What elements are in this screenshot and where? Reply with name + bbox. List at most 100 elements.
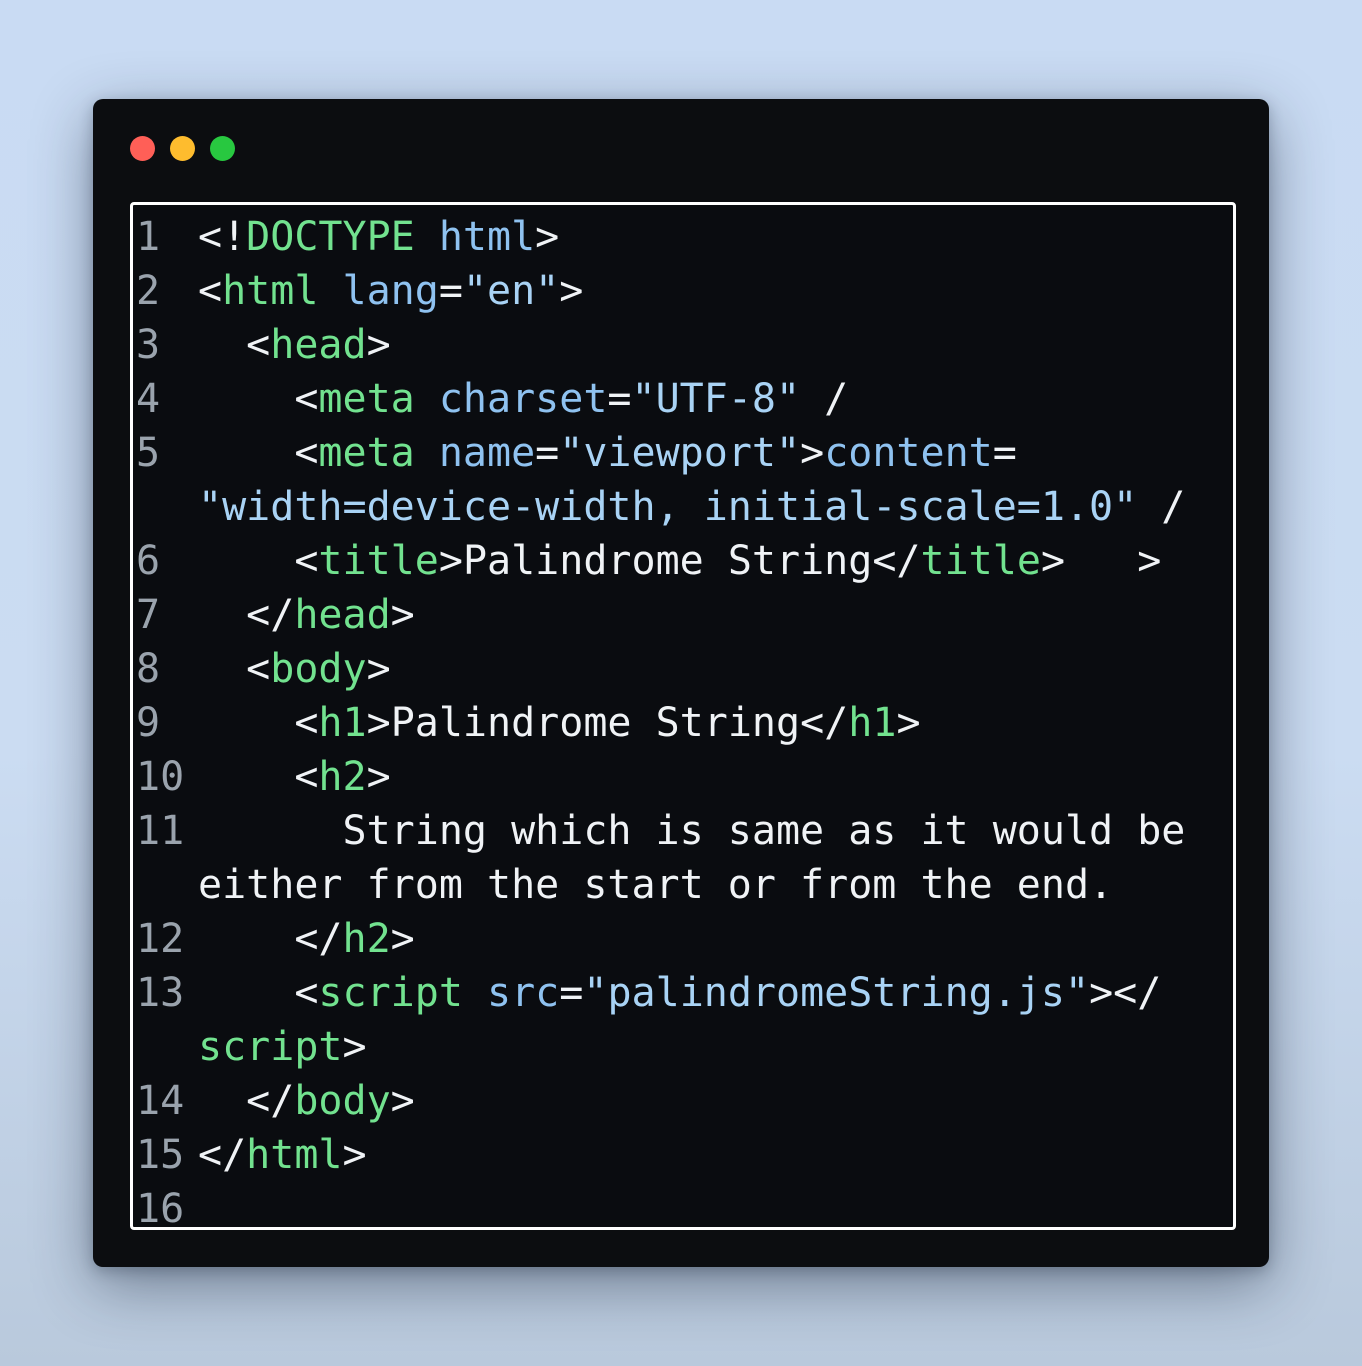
code-line: <meta charset="UTF-8" / bbox=[198, 372, 848, 426]
punctuation-token: = bbox=[607, 376, 632, 422]
punctuation-token: ></ bbox=[1089, 970, 1162, 1016]
punctuation-token: < bbox=[294, 430, 319, 476]
tag-token: DOCTYPE bbox=[246, 214, 415, 260]
line-number: 12 bbox=[136, 916, 185, 962]
punctuation-token: </ bbox=[198, 1132, 247, 1178]
tag-token: html bbox=[246, 1132, 343, 1178]
string-token: "palindromeString.js" bbox=[583, 970, 1090, 1016]
code-line: <h1>Palindrome String</h1> bbox=[198, 696, 921, 750]
line-number: 6 bbox=[136, 538, 161, 584]
punctuation-token: > bbox=[366, 322, 391, 368]
code-line: <meta name="viewport">content= bbox=[198, 426, 1017, 480]
tag-token: h2 bbox=[342, 916, 391, 962]
string-token: "width=device-width, initial-scale=1.0" bbox=[198, 484, 1138, 530]
punctuation-token: > bbox=[366, 646, 391, 692]
punctuation-token: > bbox=[390, 1078, 415, 1124]
punctuation-token: > bbox=[342, 1132, 367, 1178]
text-token: / bbox=[800, 376, 849, 422]
punctuation-token: <! bbox=[198, 214, 247, 260]
minimize-window-icon[interactable] bbox=[170, 136, 195, 161]
line-number: 14 bbox=[136, 1078, 185, 1124]
string-token: "en" bbox=[462, 268, 560, 314]
line-number: 5 bbox=[136, 430, 161, 476]
line-number: 3 bbox=[136, 322, 161, 368]
line-number: 7 bbox=[136, 592, 161, 638]
punctuation-token: > bbox=[1040, 538, 1066, 584]
line-number: 15 bbox=[136, 1132, 185, 1178]
code-line: </head> bbox=[198, 588, 415, 642]
code-line: <script src="palindromeString.js"></ bbox=[198, 966, 1161, 1020]
punctuation-token: < bbox=[294, 538, 319, 584]
line-number: 8 bbox=[136, 646, 161, 692]
text-token: String which is same as it would be bbox=[198, 808, 1186, 854]
tag-token: script bbox=[198, 1024, 343, 1070]
punctuation-token: > bbox=[366, 700, 391, 746]
code-line-wrap: script> bbox=[198, 1020, 367, 1074]
line-number: 9 bbox=[136, 700, 161, 746]
code-line-wrap: either from the start or from the end. bbox=[198, 858, 1113, 912]
punctuation-token: > bbox=[896, 700, 921, 746]
code-line: <h2> bbox=[198, 750, 390, 804]
tag-token: script bbox=[318, 970, 463, 1016]
punctuation-token: > bbox=[438, 538, 463, 584]
line-number: 13 bbox=[136, 970, 185, 1016]
attribute-token: src bbox=[487, 970, 560, 1016]
attribute-token: lang bbox=[342, 268, 439, 314]
punctuation-token: < bbox=[246, 322, 271, 368]
line-number: 10 bbox=[136, 754, 185, 800]
punctuation-token: </ bbox=[294, 916, 343, 962]
code-line: String which is same as it would be bbox=[198, 804, 1185, 858]
punctuation-token: = bbox=[559, 970, 584, 1016]
punctuation-token: > bbox=[535, 214, 560, 260]
punctuation-token: = bbox=[535, 430, 560, 476]
code-line: </body> bbox=[198, 1074, 415, 1128]
tag-token: meta bbox=[318, 376, 415, 422]
punctuation-token: > bbox=[800, 430, 825, 476]
line-number: 1 bbox=[136, 214, 161, 260]
code-line: </h2> bbox=[198, 912, 415, 966]
text-token: > bbox=[1065, 538, 1162, 584]
code-window: 1 <!DOCTYPE html> 2 <html lang="en"> 3 <he… bbox=[93, 99, 1269, 1267]
tag-token: html bbox=[222, 268, 319, 314]
line-number: 11 bbox=[136, 808, 185, 854]
close-window-icon[interactable] bbox=[130, 136, 155, 161]
punctuation-token: </ bbox=[246, 592, 295, 638]
code-line: <head> bbox=[198, 318, 391, 372]
tag-token: head bbox=[294, 592, 391, 638]
tag-token: title bbox=[920, 538, 1041, 584]
attribute-token: html bbox=[438, 214, 536, 260]
maximize-window-icon[interactable] bbox=[210, 136, 235, 161]
code-line: </html> bbox=[198, 1128, 367, 1182]
attribute-token: name bbox=[438, 430, 536, 476]
punctuation-token: > bbox=[390, 916, 415, 962]
punctuation-token: > bbox=[559, 268, 584, 314]
tag-token: h1 bbox=[318, 700, 367, 746]
code-editor[interactable]: 1 <!DOCTYPE html> 2 <html lang="en"> 3 <he… bbox=[130, 202, 1236, 1230]
line-number: 4 bbox=[136, 376, 161, 422]
punctuation-token: > bbox=[342, 1024, 367, 1070]
punctuation-token: < bbox=[294, 970, 319, 1016]
punctuation-token: </ bbox=[246, 1078, 295, 1124]
code-line: <!DOCTYPE html> bbox=[198, 210, 559, 264]
string-token: "viewport" bbox=[559, 430, 801, 476]
text-token: either from the start or from the end. bbox=[198, 862, 1114, 908]
attribute-token: content bbox=[824, 430, 993, 476]
punctuation-token: < bbox=[198, 268, 223, 314]
punctuation-token: < bbox=[294, 700, 319, 746]
string-token: "UTF-8" bbox=[631, 376, 801, 422]
tag-token: body bbox=[270, 646, 367, 692]
text-token: Palindrome String bbox=[462, 538, 873, 584]
